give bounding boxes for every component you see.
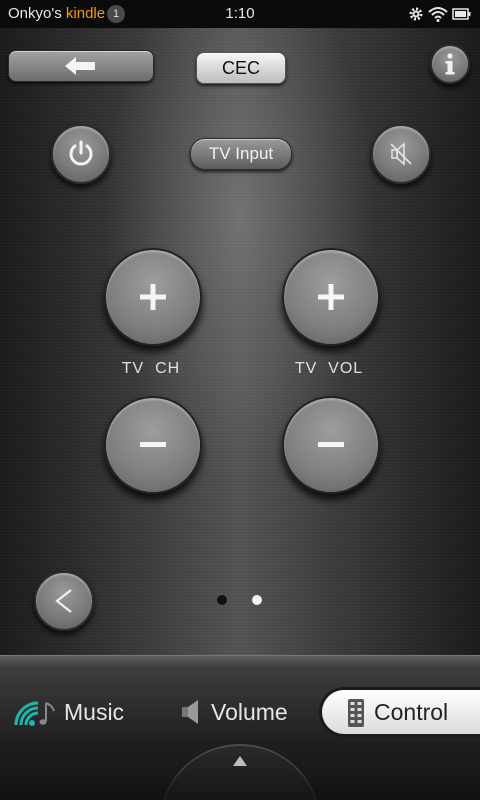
channel-up-button[interactable] [104,248,202,346]
tab-control-active[interactable]: Control [322,690,480,734]
tab-volume[interactable]: Volume [178,690,318,734]
battery-icon[interactable] [452,6,472,22]
tv-channel-label: TV CH [121,360,181,377]
power-icon [69,140,93,166]
minus-icon [140,442,166,447]
volume-up-button[interactable] [282,248,380,346]
tv-input-button[interactable]: TV Input [190,138,292,170]
tv-volume-label: TV VOL [294,360,364,377]
remote-screen: Onkyo's kindle 1 1:10 CEC TV Input TV CH… [0,0,480,800]
channel-down-button[interactable] [104,396,202,494]
status-icons [408,4,472,24]
mute-button[interactable] [371,124,431,184]
gear-icon[interactable] [408,6,424,22]
previous-page-button[interactable] [34,571,94,631]
info-icon [445,53,455,75]
left-arrow-icon [65,57,95,75]
wifi-icon[interactable] [428,6,448,22]
bottom-drawer-handle[interactable] [160,744,320,800]
tab-music-label: Music [64,699,125,725]
tab-control-label: Control [374,699,449,725]
info-button[interactable] [430,44,470,84]
cec-button[interactable]: CEC [196,52,286,84]
back-button[interactable] [8,50,154,82]
status-bar: Onkyo's kindle 1 1:10 [0,0,480,28]
page-indicator-dot-1[interactable] [217,595,227,605]
page-indicator-dot-2-active[interactable] [252,595,262,605]
tab-music[interactable]: Music [12,690,162,734]
remote-control-panel: CEC TV Input TV CH TV VOL [0,28,480,655]
speaker-icon [182,700,198,724]
expand-up-arrow-icon[interactable] [233,756,247,766]
bottom-navigation-bar: Music Volume Control [0,655,480,800]
power-button[interactable] [51,124,111,184]
plus-icon [318,284,344,310]
plus-icon [140,284,166,310]
tab-volume-label: Volume [211,699,288,725]
minus-icon [318,442,344,447]
volume-down-button[interactable] [282,396,380,494]
remote-control-icon [348,699,364,727]
music-note-icon [14,701,55,726]
chevron-left-icon [55,589,72,613]
mute-speaker-icon [390,142,412,166]
